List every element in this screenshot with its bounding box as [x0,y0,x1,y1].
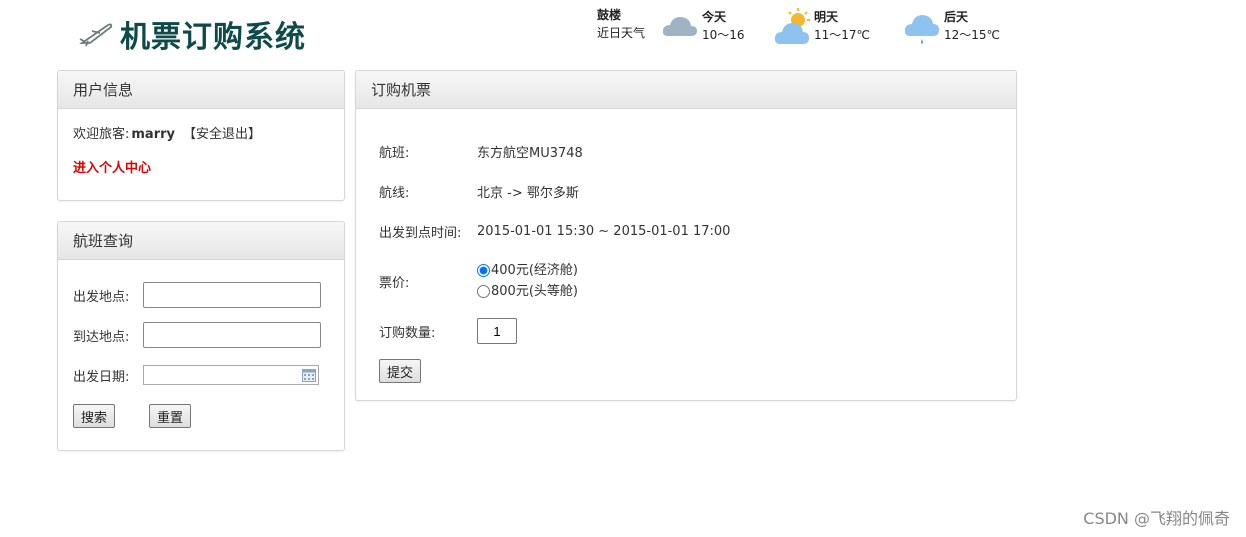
page-title: 机票订购系统 [120,20,306,55]
weather-tomorrow: 明天 11～17℃ [772,6,870,46]
partly-cloudy-icon [774,8,810,44]
depart-input[interactable] [143,282,321,308]
welcome-prefix: 欢迎旅客: [73,127,130,142]
user-info-panel: 用户信息 欢迎旅客: marry 【安全退出】 进入个人中心 [57,70,345,201]
time-label: 出发到点时间: [379,225,462,241]
weather-today: 今天 10～16 [660,6,745,46]
arrive-label: 到达地点: [73,329,130,345]
price-options: 400元(经济舱) 800元(头等舱) [477,260,578,302]
panel-title: 航班查询 [58,222,344,260]
weather-city-name: 鼓楼 [597,8,622,22]
economy-radio[interactable] [477,264,490,277]
welcome-line: 欢迎旅客: marry 【安全退出】 [73,127,329,143]
route-label: 航线: [379,185,410,201]
cloud-icon [662,17,697,36]
flight-value: 东方航空MU3748 [477,145,583,161]
weather-caption: 近日天气 [597,26,646,40]
flight-label: 航班: [379,145,410,161]
personal-center-link[interactable]: 进入个人中心 [73,157,329,176]
panel-title: 用户信息 [58,71,344,109]
route-value: 北京 -> 鄂尔多斯 [477,185,579,201]
order-ticket-panel: 订购机票 航班: 东方航空MU3748 航线: 北京 -> 鄂尔多斯 出发到点时… [355,70,1017,401]
weather-day-label: 今天 [702,10,727,24]
weather-day-label: 明天 [814,10,839,24]
flight-search-panel: 航班查询 出发地点: 到达地点: 出发日期: 搜索 重置 [57,221,345,451]
search-button[interactable]: 搜索 [73,404,116,428]
watermark: CSDN @飞翔的佩奇 [1083,509,1230,528]
weather-day-range: 11～17℃ [814,28,871,42]
quantity-input[interactable] [477,318,517,344]
weather-city: 鼓楼 近日天气 [597,6,645,42]
reset-button[interactable]: 重置 [149,404,192,428]
qty-label: 订购数量: [379,325,436,341]
price-option-economy[interactable]: 400元(经济舱) [477,260,578,281]
date-input[interactable] [143,365,319,385]
submit-button[interactable]: 提交 [379,359,422,383]
time-value: 2015-01-01 15:30 ~ 2015-01-01 17:00 [477,223,731,239]
weather-day-range: 12～15℃ [944,28,1001,42]
app-logo: 机票订购系统 [78,12,306,56]
price-option-label: 800元(头等舱) [491,284,578,299]
price-label: 票价: [379,275,410,291]
weather-day-range: 10～16 [702,28,745,42]
logout-link[interactable]: 【安全退出】 [183,127,261,142]
rain-cloud-icon [904,15,939,44]
weather-day-label: 后天 [944,10,969,24]
panel-title: 订购机票 [356,71,1016,109]
arrive-input[interactable] [143,322,321,348]
depart-label: 出发地点: [73,289,130,305]
username: marry [131,127,176,142]
price-option-label: 400元(经济舱) [491,263,578,278]
first-class-radio[interactable] [477,285,490,298]
price-option-first[interactable]: 800元(头等舱) [477,281,578,302]
date-label: 出发日期: [73,369,130,385]
calendar-icon[interactable] [302,368,316,382]
airplane-icon [79,23,113,47]
weather-after-tomorrow: 后天 12～15℃ [902,6,1000,46]
